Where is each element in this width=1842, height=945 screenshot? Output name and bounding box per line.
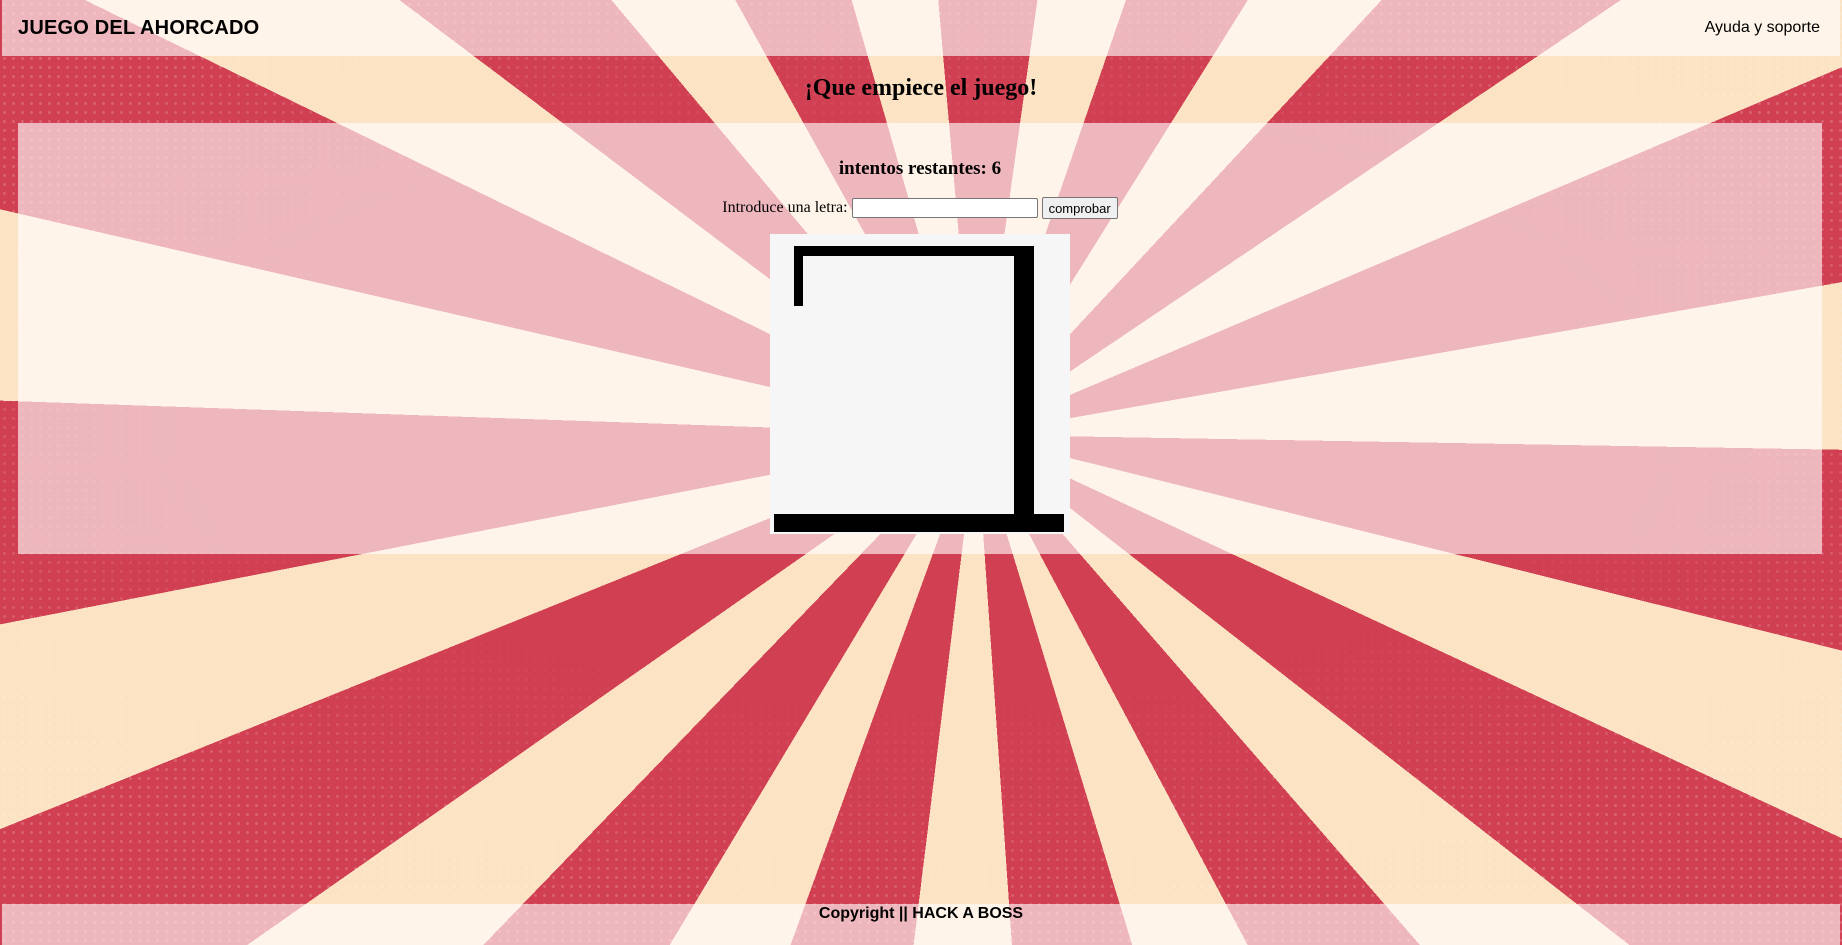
help-support-link[interactable]: Ayuda y soporte bbox=[1705, 19, 1820, 37]
check-button[interactable]: comprobar bbox=[1041, 197, 1118, 219]
gallows-rope bbox=[794, 246, 803, 306]
game-title: ¡Que empiece el juego! bbox=[804, 75, 1038, 101]
gallows-beam bbox=[794, 246, 1034, 256]
guess-form: Introduce una letra: comprobar bbox=[18, 197, 1822, 219]
gallows-base bbox=[774, 514, 1064, 532]
site-title: JUEGO DEL AHORCADO bbox=[18, 16, 260, 39]
game-panel: intentos restantes: 6 Introduce una letr… bbox=[18, 123, 1822, 554]
gallows-drawing bbox=[774, 246, 1064, 532]
copyright-text: Copyright || HACK A BOSS bbox=[818, 905, 1024, 922]
hangman-canvas bbox=[770, 234, 1070, 534]
page: JUEGO DEL AHORCADO Ayuda y soporte ¡Que … bbox=[0, 0, 1842, 945]
footer: Copyright || HACK A BOSS bbox=[2, 904, 1840, 945]
guess-label: Introduce una letra: bbox=[722, 199, 848, 216]
attempts-remaining: intentos restantes: 6 bbox=[838, 158, 1002, 179]
gallows-post bbox=[1014, 246, 1034, 516]
top-bar: JUEGO DEL AHORCADO Ayuda y soporte bbox=[2, 0, 1840, 56]
letter-input[interactable] bbox=[851, 198, 1038, 218]
